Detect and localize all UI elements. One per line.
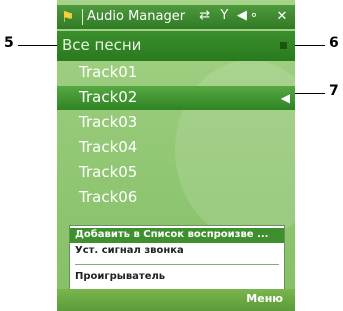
menu-softkey[interactable]: Меню	[246, 292, 283, 305]
callout-5-line	[18, 45, 58, 46]
list-header[interactable]: Все песни	[57, 31, 295, 61]
device-screen: ⚑ Audio Manager ⇄ Y ◀∘ ✕ Все песни Track…	[57, 0, 295, 311]
callout-7: 7	[329, 83, 339, 99]
list-item-selected[interactable]: Track02 ◀	[57, 86, 295, 110]
list-item[interactable]: Track04	[57, 136, 295, 160]
callout-5: 5	[4, 35, 14, 51]
header-label: Все песни	[62, 36, 142, 54]
track-label: Track05	[79, 163, 138, 181]
windows-logo-icon[interactable]: ⚑	[61, 8, 74, 26]
track-label: Track01	[79, 63, 138, 81]
speaker-icon: ◀	[280, 91, 290, 105]
menu-item-set-ringtone[interactable]: Уст. сигнал звонка	[70, 244, 284, 259]
close-icon[interactable]: ✕	[274, 9, 290, 25]
context-menu: Добавить в Список воспроизве ... Уст. си…	[69, 225, 285, 291]
menu-divider	[75, 264, 279, 265]
status-icons[interactable]: ⇄ Y ◀∘	[199, 8, 261, 23]
track-label: Track02	[79, 88, 138, 106]
window-title: Audio Manager	[87, 9, 186, 24]
callout-6: 6	[329, 35, 339, 51]
list-item[interactable]: Track03	[57, 111, 295, 135]
list-item[interactable]: Track01	[57, 61, 295, 85]
menu-item-add-to-playlist[interactable]: Добавить в Список воспроизве ...	[70, 228, 284, 243]
title-separator	[82, 9, 83, 25]
softkey-bar: Меню	[57, 289, 295, 311]
track-label: Track06	[79, 188, 138, 206]
list-item[interactable]: Track06	[57, 186, 295, 210]
list-item[interactable]: Track05	[57, 161, 295, 185]
title-bar: ⚑ Audio Manager ⇄ Y ◀∘ ✕	[57, 5, 295, 29]
track-label: Track03	[79, 113, 138, 131]
header-marker-icon	[280, 42, 287, 49]
track-label: Track04	[79, 138, 138, 156]
menu-item-player[interactable]: Проигрыватель	[70, 270, 284, 285]
